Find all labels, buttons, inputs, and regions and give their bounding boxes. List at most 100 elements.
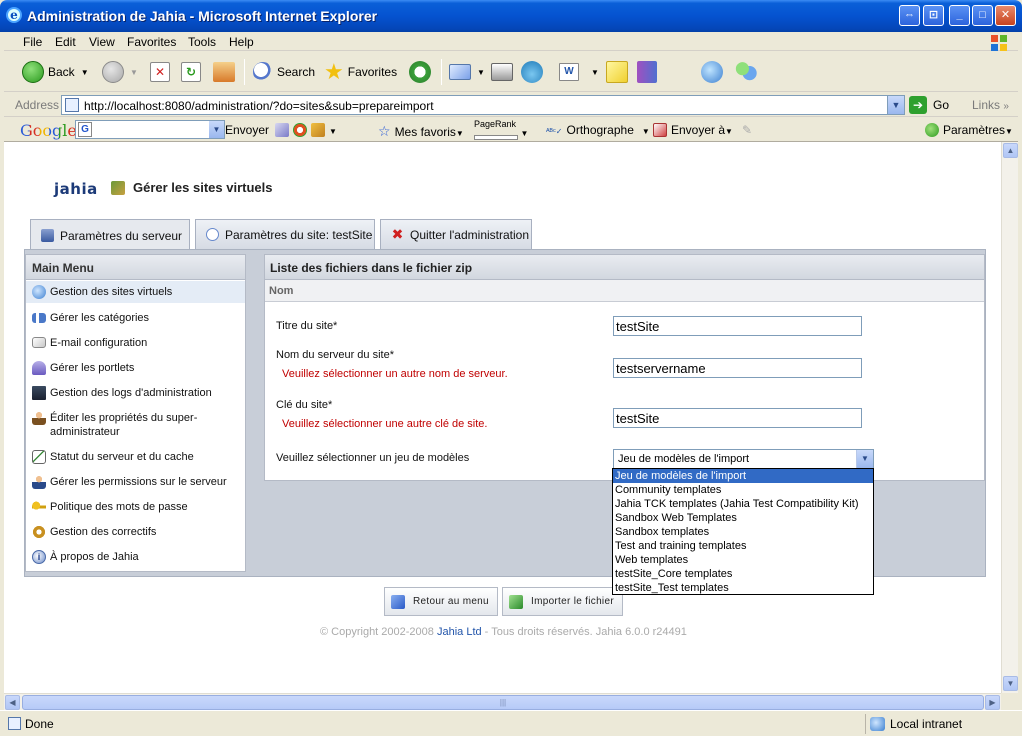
menu-item-server-status[interactable]: Statut du serveur et du cache [26, 450, 245, 464]
refresh-button[interactable]: ↻ [181, 59, 201, 85]
search-button[interactable]: Search [253, 59, 315, 85]
tab-quitter-administration[interactable]: ✖ Quitter l'administration [380, 219, 532, 249]
menu-item-patches[interactable]: Gestion des correctifs [26, 525, 245, 539]
word-icon: W [559, 63, 579, 81]
template-option[interactable]: Jahia TCK templates (Jahia Test Compatib… [613, 497, 873, 511]
jahia-ltd-link[interactable]: Jahia Ltd [437, 626, 482, 638]
notes-button[interactable] [606, 59, 628, 85]
edit-button[interactable]: W ▼ [559, 59, 599, 85]
home-button[interactable] [213, 59, 235, 85]
scroll-up-icon[interactable]: ▲ [1003, 143, 1018, 158]
print-button[interactable] [491, 59, 513, 85]
menu-item-logs[interactable]: Gestion des logs d'administration [26, 386, 245, 400]
menu-item-about[interactable]: i À propos de Jahia [26, 550, 245, 564]
mes-favoris-button[interactable]: ☆ Mes favoris▼ [378, 123, 464, 140]
pagerank-bar [474, 135, 518, 140]
template-option[interactable]: Sandbox templates [613, 525, 873, 539]
menu-help[interactable]: Help [229, 35, 254, 49]
contacts-button[interactable] [734, 59, 758, 85]
go-button[interactable]: ➔ Go [909, 96, 949, 114]
address-url[interactable]: http://localhost:8080/administration/?do… [84, 99, 434, 113]
address-input[interactable]: http://localhost:8080/administration/?do… [61, 95, 905, 115]
menu-file[interactable]: File [23, 35, 42, 49]
vertical-scrollbar[interactable]: ▲ ▼ [1001, 142, 1018, 693]
user-icon [32, 411, 46, 425]
chevron-down-icon[interactable]: ▼ [856, 450, 873, 468]
template-option[interactable]: Community templates [613, 483, 873, 497]
template-select[interactable]: Jeu de modèles de l'import ▼ [613, 449, 874, 469]
menu-item-super-admin[interactable]: Éditer les propriétés du super-administr… [26, 411, 245, 439]
note-icon [606, 61, 628, 83]
research-button[interactable] [637, 59, 657, 85]
menu-item-sites-virtuels[interactable]: Gestion des sites virtuels [26, 281, 245, 303]
news-icon [275, 123, 289, 137]
toolbar-separator [244, 59, 245, 85]
scroll-left-icon[interactable]: ◀ [5, 695, 20, 710]
site-key-input[interactable] [613, 408, 862, 428]
menu-item-permissions[interactable]: Gérer les permissions sur le serveur [26, 475, 245, 489]
column-header-nom: Nom [265, 280, 984, 302]
menu-item-categories[interactable]: Gérer les catégories [26, 311, 245, 325]
maximize-button[interactable]: □ [972, 5, 993, 26]
menu-item-portlets[interactable]: Gérer les portlets [26, 361, 245, 375]
google-logo[interactable]: Google [20, 121, 77, 140]
globe-icon [32, 285, 46, 299]
forward-button[interactable]: ▼ [102, 59, 138, 85]
site-title-input[interactable] [613, 316, 862, 336]
forward-dropdown-icon[interactable]: ▼ [130, 68, 138, 77]
template-option[interactable]: testSite_Core templates [613, 567, 873, 581]
retour-menu-button[interactable]: Retour au menu [384, 587, 498, 616]
horizontal-scrollbar[interactable]: ◀ ||| ▶ [4, 693, 1001, 710]
template-option[interactable]: Sandbox Web Templates [613, 511, 873, 525]
edit-dropdown-icon[interactable]: ▼ [591, 68, 599, 77]
menu-tools[interactable]: Tools [188, 35, 216, 49]
menu-edit[interactable]: Edit [55, 35, 76, 49]
address-label: Address [15, 98, 60, 112]
tool-globe-button[interactable] [701, 59, 723, 85]
google-search-input[interactable]: G ▼ [75, 120, 225, 139]
minimize-button[interactable]: _ [949, 5, 970, 26]
messenger-button[interactable] [521, 59, 543, 85]
template-option[interactable]: testSite_Test templates [613, 581, 873, 595]
mail-dropdown-icon[interactable]: ▼ [477, 68, 485, 77]
template-option[interactable]: Test and training templates [613, 539, 873, 553]
envoyer-a-button[interactable]: Envoyer à▼ [653, 123, 733, 137]
google-tools-group[interactable]: ▼ [275, 123, 337, 137]
toolbar-separator [441, 59, 442, 85]
menu-favorites[interactable]: Favorites [127, 35, 176, 49]
close-button[interactable]: ✕ [995, 5, 1016, 26]
restore-tabs-button[interactable]: ⇔ [899, 5, 920, 26]
history-button[interactable] [409, 59, 431, 85]
parametres-button[interactable]: Paramètres▼ [925, 123, 1013, 137]
mail-button[interactable]: ▼ [449, 59, 485, 85]
pagerank-indicator[interactable]: PageRank ▼ [474, 120, 528, 142]
orthographe-button[interactable]: ᴬᴮᶜ✓ Orthographe ▼ [546, 123, 650, 137]
pen-icon[interactable]: ✎ [742, 123, 752, 137]
tab-parametres-site[interactable]: Paramètres du site: testSite [195, 219, 375, 249]
scroll-thumb[interactable]: ||| [22, 695, 984, 710]
scroll-right-icon[interactable]: ▶ [985, 695, 1000, 710]
scroll-down-icon[interactable]: ▼ [1003, 676, 1018, 691]
google-search-dropdown-icon[interactable]: ▼ [209, 121, 224, 138]
star-icon: ★ [324, 59, 344, 84]
links-button[interactable]: Links » [972, 98, 1009, 112]
go-arrow-icon: ➔ [909, 96, 927, 114]
google-envoyer-button[interactable]: Envoyer [225, 123, 269, 137]
back-dropdown-icon[interactable]: ▼ [81, 68, 89, 77]
menu-view[interactable]: View [89, 35, 115, 49]
importer-fichier-button[interactable]: Importer le fichier [502, 587, 623, 616]
back-button[interactable]: Back ▼ [22, 59, 89, 85]
tab-parametres-serveur[interactable]: Paramètres du serveur [30, 219, 190, 251]
toggle-button[interactable]: ⊡ [923, 5, 944, 26]
menu-item-password-policy[interactable]: Politique des mots de passe [26, 500, 245, 514]
menu-item-email[interactable]: E-mail configuration [26, 336, 245, 350]
template-option[interactable]: Jeu de modèles de l'import [613, 469, 873, 483]
import-icon [509, 594, 523, 609]
envelope-icon [32, 337, 46, 348]
address-dropdown-icon[interactable]: ▼ [887, 96, 904, 114]
template-option[interactable]: Web templates [613, 553, 873, 567]
patch-icon [32, 525, 46, 539]
server-name-input[interactable] [613, 358, 862, 378]
stop-button[interactable]: ✕ [150, 59, 170, 85]
favorites-button[interactable]: ★ Favorites [324, 59, 397, 85]
